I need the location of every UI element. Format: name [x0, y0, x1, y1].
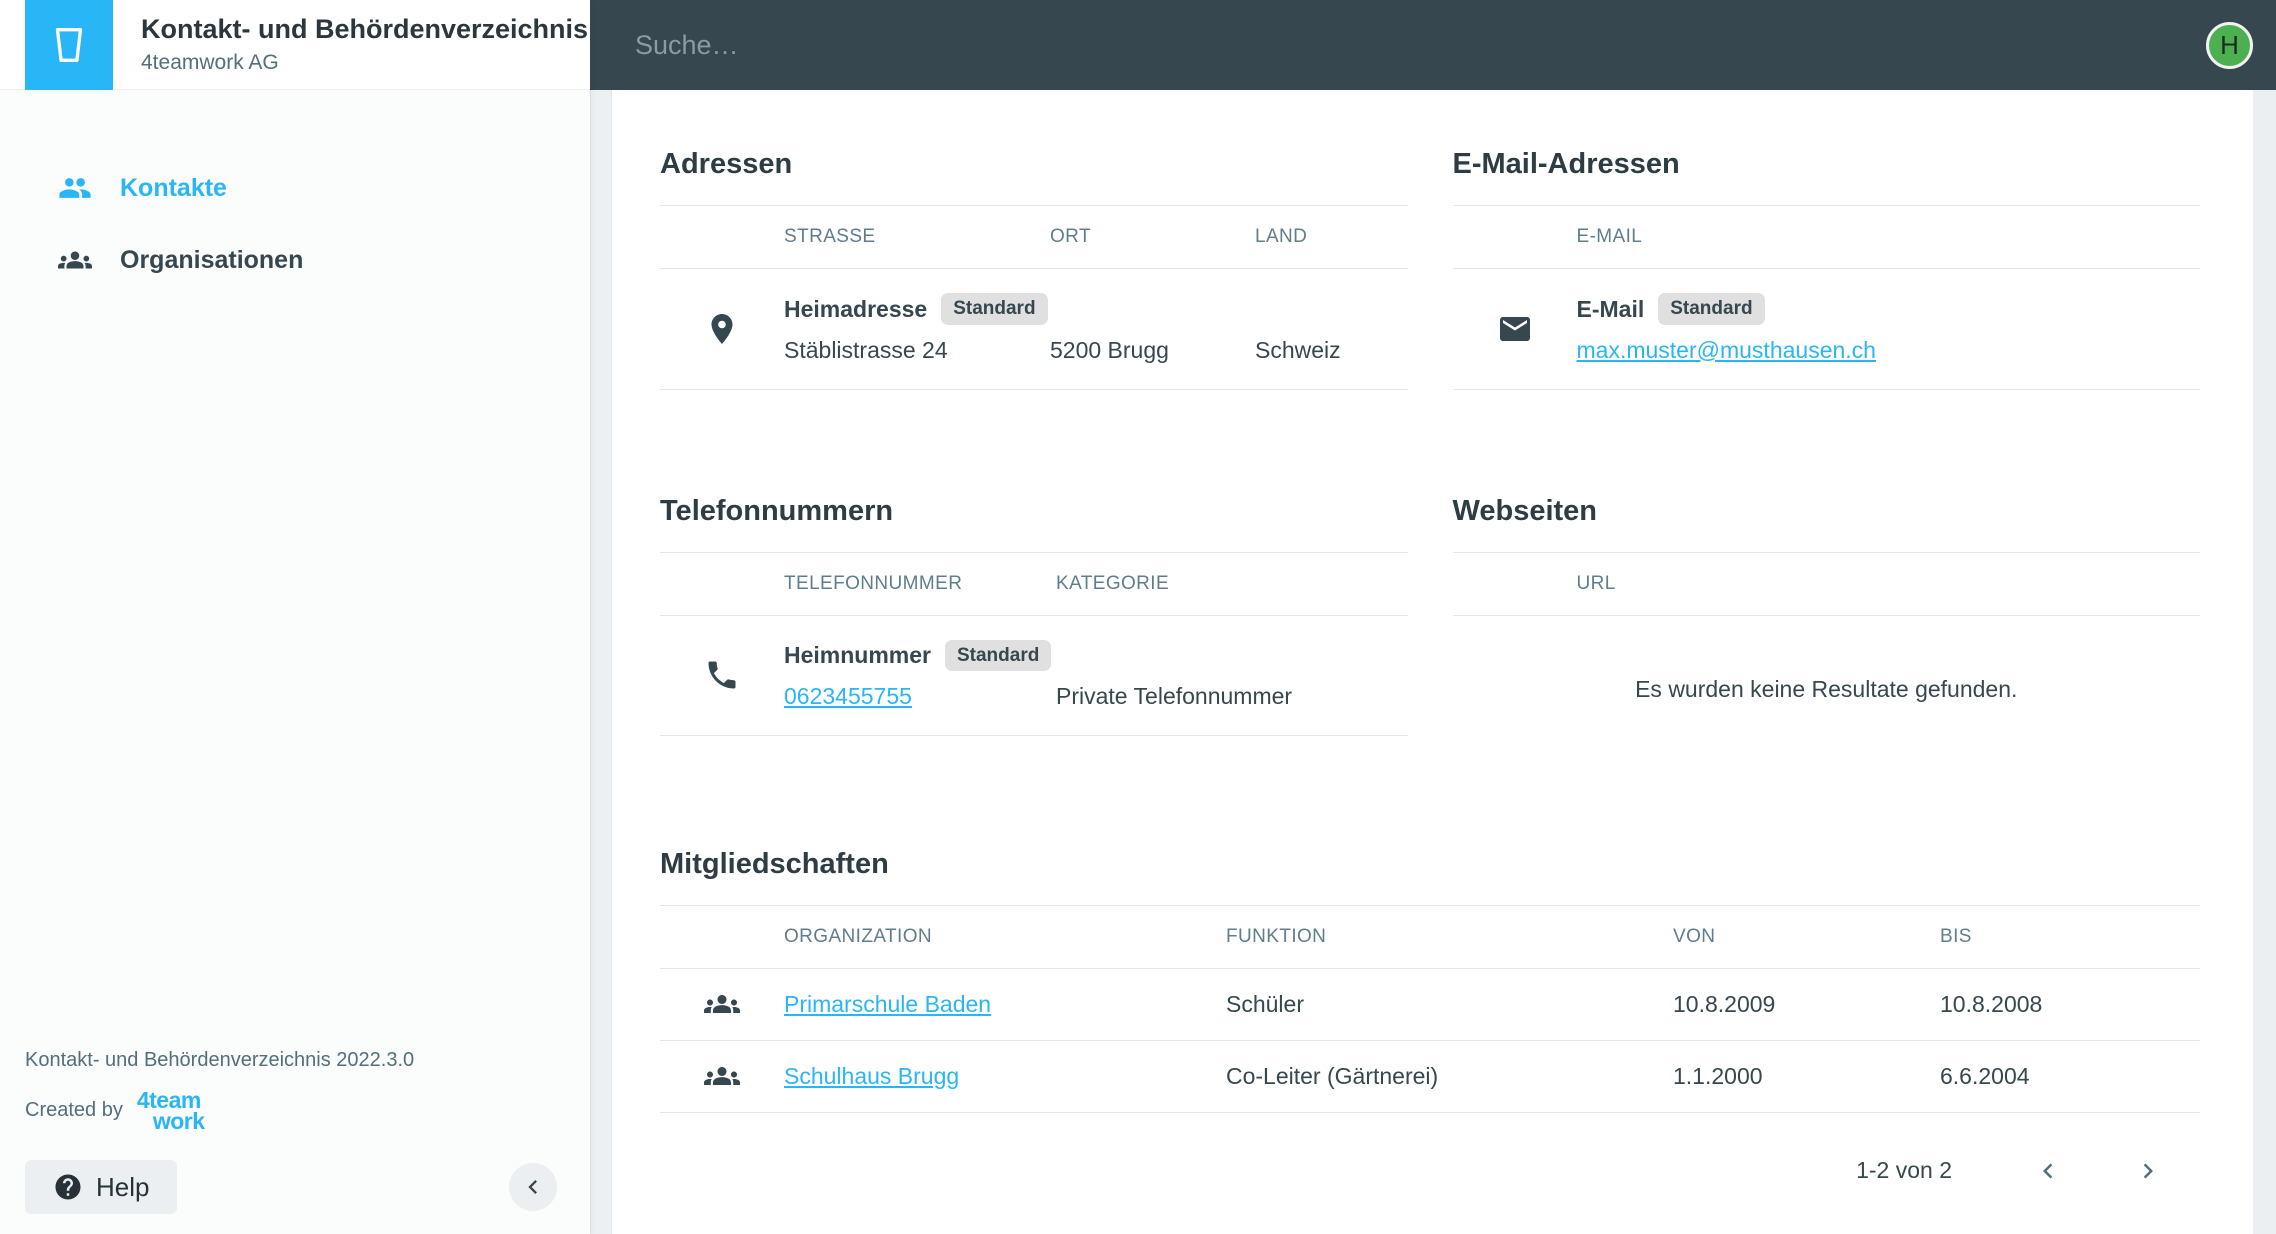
- address-street: Stäblistrasse 24: [784, 336, 1050, 365]
- table-header: STRASSE ORT LAND: [660, 206, 1408, 269]
- search-input[interactable]: [635, 30, 2206, 61]
- column-header-funktion: FUNKTION: [1226, 926, 1673, 948]
- column-header-von: VON: [1673, 926, 1940, 948]
- app-subtitle: 4teamwork AG: [141, 51, 588, 75]
- membership-funktion: Co-Leiter (Gärtnerei): [1226, 1062, 1673, 1091]
- table-header: ORGANIZATION FUNKTION VON BIS: [660, 906, 2200, 969]
- column-header-strasse: STRASSE: [784, 226, 1050, 248]
- sidebar: Kontakt- und Behördenverzeichnis 4teamwo…: [0, 0, 590, 1234]
- groups-icon: [58, 243, 92, 277]
- pagination-next-button[interactable]: [2124, 1147, 2172, 1195]
- table-row: Schulhaus Brugg Co-Leiter (Gärtnerei) 1.…: [660, 1041, 2200, 1113]
- table-row: E-Mail Standard max.muster@musthausen.ch: [1453, 269, 2201, 390]
- table-row: Heimadresse Standard Stäblistrasse 24 52…: [660, 269, 1408, 390]
- place-icon: [704, 311, 740, 347]
- sidebar-nav: Kontakte Organisationen: [0, 152, 590, 296]
- column-header-land: LAND: [1255, 226, 1408, 248]
- vendor-logo-line2: work: [137, 1111, 205, 1132]
- section-telefonnummern: Telefonnummern TELEFONNUMMER KATEGORIE: [660, 495, 1408, 743]
- topbar: H: [590, 0, 2276, 90]
- table-row: Heimnummer Standard 0623455755 Private T…: [660, 616, 1408, 737]
- email-icon: [1497, 311, 1533, 347]
- page-scrollbar-right[interactable]: [2253, 90, 2276, 1234]
- membership-von: 1.1.2000: [1673, 1062, 1940, 1091]
- standard-badge: Standard: [941, 293, 1047, 325]
- column-header-url: URL: [1577, 573, 2201, 595]
- phone-category: Private Telefonnummer: [1056, 682, 1408, 711]
- cup-logo-icon: [46, 22, 92, 68]
- table-header: URL: [1453, 553, 2201, 616]
- section-title: Telefonnummern: [660, 495, 1408, 528]
- memberships-table: ORGANIZATION FUNKTION VON BIS Primarschu…: [660, 905, 2200, 1113]
- addresses-table: STRASSE ORT LAND Heimadresse Standard: [660, 205, 1408, 390]
- websites-table: URL Es wurden keine Resultate gefunden.: [1453, 552, 2201, 743]
- column-header-kategorie: KATEGORIE: [1056, 573, 1408, 595]
- phone-icon: [704, 657, 740, 693]
- sidebar-item-label: Organisationen: [120, 246, 303, 275]
- user-avatar[interactable]: H: [2206, 22, 2253, 69]
- empty-state-message: Es wurden keine Resultate gefunden.: [1453, 616, 2201, 743]
- sidebar-footer: Kontakt- und Behördenverzeichnis 2022.3.…: [25, 1049, 414, 1214]
- table-header: TELEFONNUMMER KATEGORIE: [660, 553, 1408, 616]
- standard-badge: Standard: [945, 640, 1051, 672]
- email-link[interactable]: max.muster@musthausen.ch: [1577, 337, 1876, 363]
- column-header-email: E-MAIL: [1577, 226, 2201, 248]
- sidebar-header: Kontakt- und Behördenverzeichnis 4teamwo…: [0, 0, 590, 90]
- groups-icon: [704, 1058, 740, 1094]
- app-logo: [25, 0, 113, 90]
- organization-link[interactable]: Schulhaus Brugg: [784, 1063, 959, 1089]
- chevron-left-icon: [2033, 1156, 2063, 1186]
- pagination-range-label: 1-2 von 2: [1856, 1157, 1952, 1184]
- section-title: Adressen: [660, 148, 1408, 181]
- email-label: E-Mail: [1577, 295, 1645, 324]
- help-icon: [53, 1172, 83, 1202]
- phones-table: TELEFONNUMMER KATEGORIE Heimnummer Stand…: [660, 552, 1408, 737]
- main-content: Adressen STRASSE ORT LAND: [612, 90, 2253, 1234]
- membership-bis: 10.8.2008: [1940, 990, 2200, 1019]
- app-version: Kontakt- und Behördenverzeichnis 2022.3.…: [25, 1049, 414, 1072]
- help-button[interactable]: Help: [25, 1160, 177, 1214]
- sidebar-collapse-button[interactable]: [509, 1163, 557, 1211]
- sidebar-item-label: Kontakte: [120, 174, 227, 203]
- standard-badge: Standard: [1658, 293, 1764, 325]
- app-title: Kontakt- und Behördenverzeichnis: [141, 14, 588, 45]
- pagination-prev-button[interactable]: [2024, 1147, 2072, 1195]
- address-label: Heimadresse: [784, 295, 927, 324]
- sidebar-item-organisationen[interactable]: Organisationen: [0, 224, 590, 296]
- section-adressen: Adressen STRASSE ORT LAND: [660, 148, 1408, 390]
- column-header-ort: ORT: [1050, 226, 1255, 248]
- section-webseiten: Webseiten URL Es wurden keine Resultate …: [1453, 495, 2201, 743]
- pagination: 1-2 von 2: [660, 1147, 2200, 1195]
- section-title: E-Mail-Adressen: [1453, 148, 2201, 181]
- address-country: Schweiz: [1255, 336, 1408, 365]
- sidebar-item-kontakte[interactable]: Kontakte: [0, 152, 590, 224]
- organization-link[interactable]: Primarschule Baden: [784, 991, 991, 1017]
- people-icon: [58, 171, 92, 205]
- membership-bis: 6.6.2004: [1940, 1062, 2200, 1091]
- app-window: H Kontakt- und Behördenverzeichnis 4team…: [0, 0, 2276, 1234]
- vendor-logo-4teamwork[interactable]: 4team work: [137, 1090, 205, 1132]
- chevron-right-icon: [2133, 1156, 2163, 1186]
- groups-icon: [704, 986, 740, 1022]
- address-city: 5200 Brugg: [1050, 336, 1255, 365]
- section-title: Webseiten: [1453, 495, 2201, 528]
- section-title: Mitgliedschaften: [660, 848, 2200, 881]
- phone-label: Heimnummer: [784, 641, 931, 670]
- membership-funktion: Schüler: [1226, 990, 1673, 1019]
- help-button-label: Help: [96, 1172, 149, 1203]
- table-header: E-MAIL: [1453, 206, 2201, 269]
- membership-von: 10.8.2009: [1673, 990, 1940, 1019]
- column-header-telefonnummer: TELEFONNUMMER: [784, 573, 1056, 595]
- emails-table: E-MAIL E-Mail Standard max.muster@mustha…: [1453, 205, 2201, 390]
- chevron-left-icon: [519, 1173, 547, 1201]
- column-header-bis: BIS: [1940, 926, 2200, 948]
- content-scrollbar-left[interactable]: [590, 90, 612, 1234]
- created-by-label: Created by: [25, 1099, 123, 1122]
- section-email-adressen: E-Mail-Adressen E-MAIL E-Mail St: [1453, 148, 2201, 390]
- section-mitgliedschaften: Mitgliedschaften ORGANIZATION FUNKTION V…: [660, 848, 2200, 1195]
- column-header-organization: ORGANIZATION: [784, 926, 1226, 948]
- table-row: Primarschule Baden Schüler 10.8.2009 10.…: [660, 969, 2200, 1041]
- phone-number-link[interactable]: 0623455755: [784, 683, 912, 709]
